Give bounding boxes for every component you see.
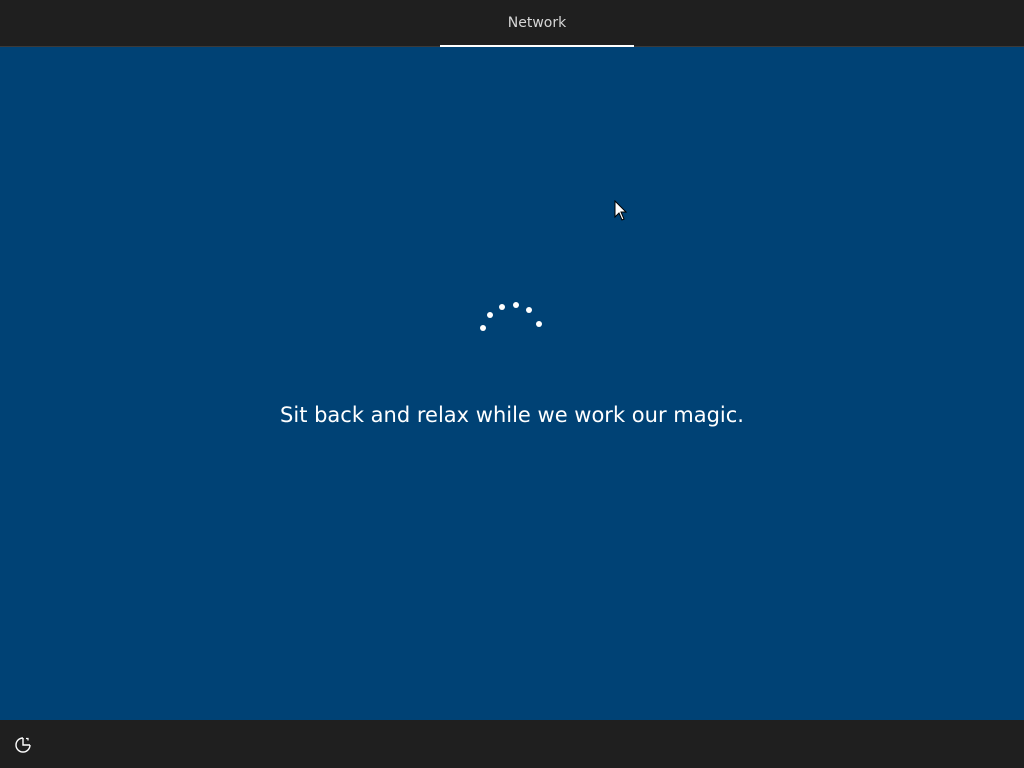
top-bar: Network [0, 0, 1024, 47]
tab-network[interactable]: Network [440, 0, 634, 46]
oobe-screen: Network Sit back and relax while we work… [0, 0, 1024, 768]
ease-of-access-button[interactable] [12, 734, 34, 756]
tab-network-label: Network [507, 15, 567, 31]
loading-dots-icon [480, 302, 542, 331]
ease-of-access-icon [15, 737, 31, 753]
bottom-bar [0, 720, 1024, 768]
mouse-pointer-icon [614, 200, 628, 221]
main-content [0, 47, 1024, 720]
status-message: Sit back and relax while we work our mag… [280, 403, 744, 427]
